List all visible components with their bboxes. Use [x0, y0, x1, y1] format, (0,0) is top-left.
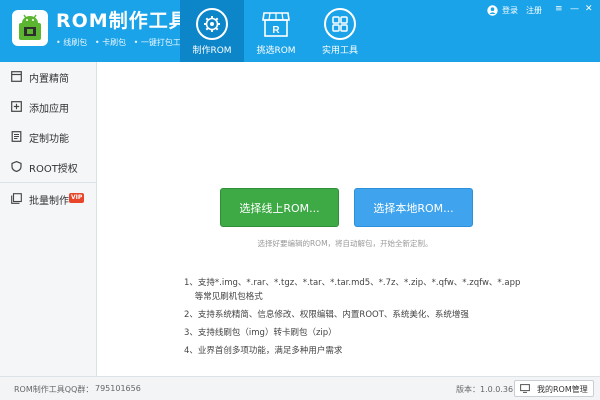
tab-label: 实用工具 [321, 46, 358, 56]
tab-pick-rom[interactable]: R 挑选ROM [244, 0, 308, 62]
sidebar-item-label: 内置精简 [29, 74, 69, 85]
hint-text: 选择好要编辑的ROM，将自动解包，开始全新定制。 [257, 239, 433, 248]
minimize-icon[interactable]: — [570, 4, 579, 14]
close-icon[interactable]: ✕ [585, 4, 593, 14]
vip-badge: VIP [69, 193, 85, 203]
tab-make-rom[interactable]: 制作ROM [180, 0, 244, 62]
rom-manager-label: 我的ROM管理 [537, 385, 588, 394]
user-icon [487, 5, 498, 16]
sidebar-item-add-app[interactable]: 添加应用 [0, 92, 96, 122]
tab-label: 挑选ROM [256, 46, 296, 56]
sidebar-item-batch[interactable]: 批量制作 VIP [0, 184, 96, 214]
qq-group-label: ROM制作工具QQ群： [14, 385, 94, 394]
sidebar-item-label: ROOT授权 [29, 164, 78, 175]
gear-icon [196, 8, 228, 40]
svg-text:R: R [272, 25, 280, 36]
status-bar: ROM制作工具QQ群： 795101656 版本：1.0.0.36 我的ROM管… [0, 376, 600, 400]
my-rom-manager-button[interactable]: 我的ROM管理 [514, 380, 594, 397]
version-text: 版本：1.0.0.36 [456, 385, 514, 394]
list-item: 等常见刷机包格式 [184, 292, 263, 302]
divider [0, 182, 96, 183]
qq-group-number: 795101656 [95, 384, 141, 393]
list-item: 3、支持线刷包（img）转卡刷包（zip） [184, 328, 337, 338]
tab-label: 制作ROM [192, 46, 232, 56]
shield-icon [11, 161, 22, 172]
app-subtitle: • 线刷包 • 卡刷包 • 一键打包工具 [56, 37, 194, 48]
document-icon [11, 131, 22, 142]
sidebar-item-root[interactable]: ROOT授权 [0, 152, 96, 182]
sidebar-item-custom[interactable]: 定制功能 [0, 122, 96, 152]
store-icon: R [262, 12, 290, 37]
android-icon [19, 14, 41, 40]
menu-icon[interactable]: ≡ [555, 4, 563, 14]
sidebar-item-label: 定制功能 [29, 134, 69, 145]
grid-icon [324, 8, 356, 40]
list-item: 1、支持*.img、*.rar、*.tgz、*.tar、*.tar.md5、*.… [184, 278, 521, 288]
app-header: ROM制作工具 • 线刷包 • 卡刷包 • 一键打包工具 制作ROM R 挑选R… [0, 0, 600, 62]
sidebar-item-label: 批量制作 [29, 196, 69, 207]
monitor-icon [520, 384, 530, 393]
select-online-rom-button[interactable]: 选择线上ROM... [220, 188, 339, 227]
tab-tools[interactable]: 实用工具 [308, 0, 372, 62]
app-logo [12, 10, 48, 46]
window-icon [11, 71, 22, 82]
sidebar-item-label: 添加应用 [29, 104, 69, 115]
list-item: 4、业界首创多项功能，满足多种用户需求 [184, 346, 343, 356]
register-link[interactable]: 注册 [526, 5, 542, 16]
list-item: 2、支持系统精简、信息修改、权限编辑、内置ROOT、系统美化、系统增强 [184, 310, 469, 320]
add-square-icon [11, 101, 22, 112]
sidebar: 内置精简 添加应用 定制功能 ROOT授权 批量制作 VIP [0, 62, 97, 376]
batch-icon [11, 193, 22, 204]
sidebar-item-trim[interactable]: 内置精简 [0, 62, 96, 92]
login-link[interactable]: 登录 [502, 5, 518, 16]
subtitle-item: • 卡刷包 [94, 38, 127, 47]
app-title: ROM制作工具 [56, 10, 189, 32]
subtitle-item: • 线刷包 [56, 38, 88, 47]
select-local-rom-button[interactable]: 选择本地ROM... [354, 188, 473, 227]
